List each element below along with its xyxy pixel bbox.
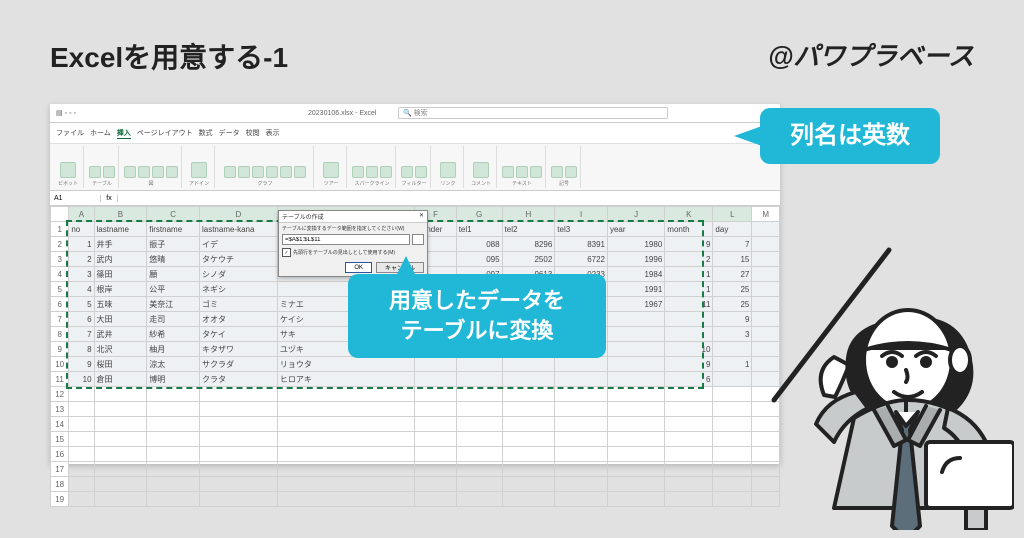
ribbon-group[interactable]: ツアー [316,146,347,188]
tab-data[interactable]: データ [219,128,240,138]
dialog-title: テーブルの作成 [282,212,324,221]
tab-file[interactable]: ファイル [56,128,84,138]
table-row[interactable]: 1110倉田博明クラタヒロアキ6 [51,372,780,387]
tab-review[interactable]: 校閲 [246,128,260,138]
dialog-label: テーブルに変換するデータ範囲を指定してください(W) [282,225,424,232]
ribbon-tabs: ファイル ホーム 挿入 ページレイアウト 数式 データ 校閲 表示 [50,123,780,144]
ribbon-group[interactable]: グラフ [217,146,314,188]
ribbon-group[interactable]: 図 [121,146,182,188]
table-row[interactable]: 109桜田涼太サクラダリョウタ91 [51,357,780,372]
table-row[interactable]: 15 [51,432,780,447]
callout-column-names: 列名は英数 [760,108,940,164]
ribbon-group[interactable]: コメント [466,146,497,188]
search-icon: 🔍 [403,109,414,117]
ribbon: ピボット テーブル 図 アドイン グラフ ツアー スパークライン フィルター リ… [50,144,780,191]
mascot-illustration [764,200,1014,530]
tab-home[interactable]: ホーム [90,128,111,138]
ok-button[interactable]: OK [345,262,372,273]
slide-title: Excelを用意する-1 [50,36,288,76]
quick-access[interactable]: ▤ ◦ ◦ ◦ [50,109,196,117]
table-row[interactable]: 19 [51,492,780,507]
ribbon-group[interactable]: リンク [433,146,464,188]
tab-view[interactable]: 表示 [266,128,280,138]
brand-handle: @パワプラベース [768,36,974,73]
header-checkbox[interactable]: ✓ [282,248,291,257]
search-box[interactable]: 🔍 検索 [398,107,668,119]
ribbon-group[interactable]: アドイン [184,146,215,188]
title-bar: ▤ ◦ ◦ ◦ 20230106.xlsx - Excel 🔍 検索 [50,104,780,123]
ribbon-group[interactable]: 記号 [548,146,581,188]
range-picker-icon[interactable] [412,234,424,245]
table-row[interactable]: 12 [51,387,780,402]
table-row[interactable]: 18 [51,477,780,492]
range-input[interactable] [282,234,410,245]
tab-pagelayout[interactable]: ページレイアウト [137,128,193,138]
checkbox-label: 先頭行をテーブルの見出しとして使用する(M) [293,249,395,256]
table-row[interactable]: 13 [51,402,780,417]
tab-insert[interactable]: 挿入 [117,128,131,139]
ribbon-group[interactable]: ピボット [53,146,84,188]
document-name: 20230106.xlsx - Excel [308,110,398,117]
fx-icon[interactable]: fx [101,195,118,202]
table-row[interactable]: 16 [51,447,780,462]
formula-bar: A1 fx [50,191,780,206]
ribbon-group[interactable]: スパークライン [349,146,396,188]
callout-convert-table: 用意したデータをテーブルに変換 [348,274,606,358]
tab-formulas[interactable]: 数式 [199,128,213,138]
search-placeholder: 検索 [414,108,428,118]
close-icon[interactable]: ✕ [419,212,424,221]
ribbon-group[interactable]: テーブル [86,146,119,188]
table-row[interactable]: 14 [51,417,780,432]
ribbon-group[interactable]: フィルター [398,146,431,188]
ribbon-group[interactable]: テキスト [499,146,546,188]
table-row[interactable]: 17 [51,462,780,477]
name-box[interactable]: A1 [50,195,101,202]
